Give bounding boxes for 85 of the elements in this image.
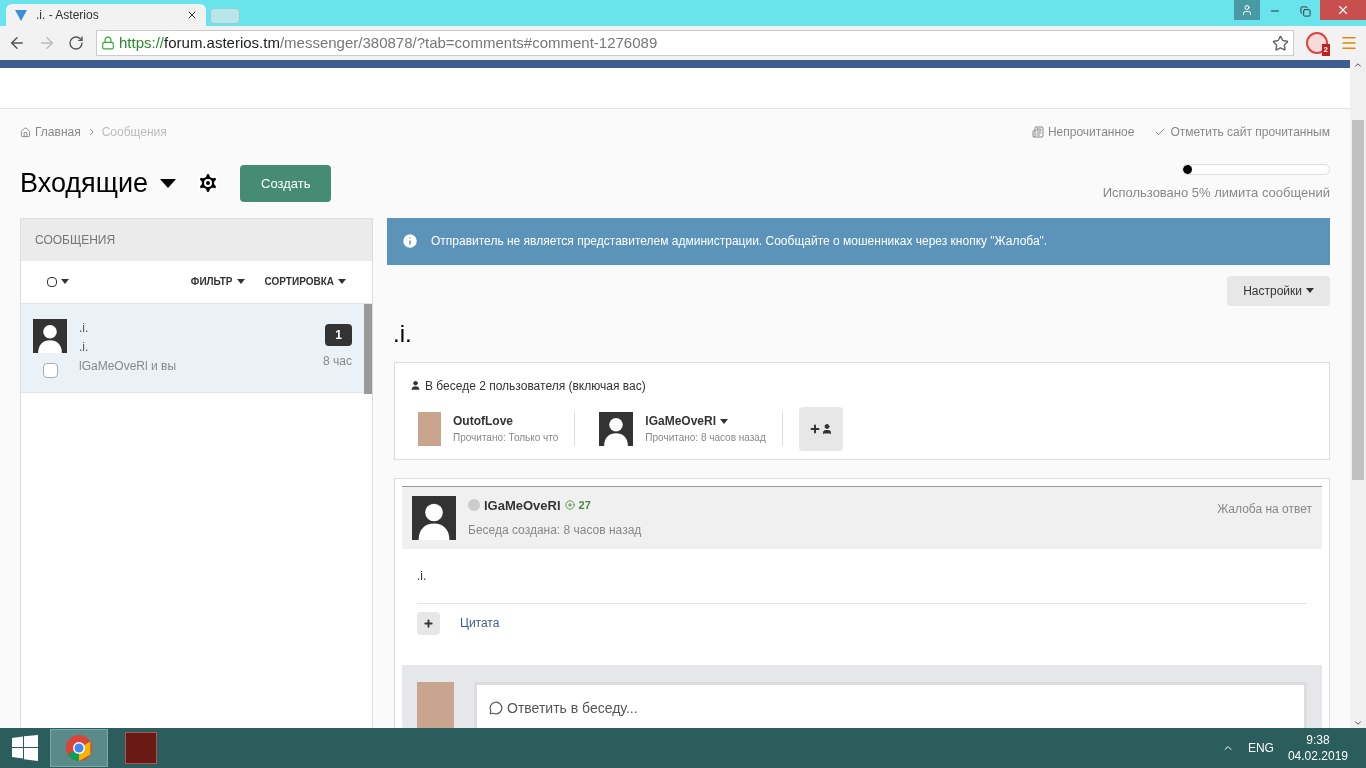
home-icon: [20, 126, 31, 138]
scroll-down-icon[interactable]: [1353, 718, 1363, 728]
windows-start-icon[interactable]: [12, 735, 38, 761]
avatar-silhouette-icon: [412, 495, 456, 540]
close-icon[interactable]: [186, 9, 198, 21]
back-icon[interactable]: [8, 34, 26, 52]
add-participant-button[interactable]: [798, 406, 843, 451]
avatar-photo-placeholder: [418, 411, 441, 446]
user-icon: [410, 380, 421, 391]
check-icon: [1154, 126, 1167, 138]
scrollbar-thumb[interactable]: [364, 303, 372, 394]
caret-icon: [61, 279, 69, 284]
conversation-time: 8 час: [323, 352, 352, 370]
caret-icon: [160, 178, 176, 188]
notice-text: Отправитель не является представителем администрации. Сообщайте о мошенниках через кнопку "Жалоба".: [431, 233, 1048, 250]
reply-placeholder: Ответить в беседу...: [507, 698, 638, 718]
filter-menu[interactable]: ФИЛЬТР: [190, 274, 245, 289]
info-icon: [401, 232, 419, 250]
sort-menu[interactable]: СОРТИРОВКА: [264, 274, 346, 289]
conversation-title: .i.: [79, 319, 90, 337]
participant-read-status: Прочитано: 8 часов назад: [645, 431, 766, 445]
post-body: .i.: [417, 566, 1307, 604]
quota-text: Использовано 5% лимита сообщений: [1102, 184, 1330, 202]
reputation-icon: [564, 500, 575, 511]
restore-icon: [1299, 5, 1311, 17]
reply-field[interactable]: Ответить в беседу...: [474, 681, 1307, 728]
taskbar-clock[interactable]: 9:38 04.02.2019: [1287, 732, 1348, 764]
caret-icon: [720, 418, 729, 424]
unread-badge: 1: [325, 323, 352, 346]
caret-icon: [1306, 288, 1314, 293]
panel-header: СООБЩЕНИЯ: [21, 218, 372, 261]
header-link[interactable]: Непрочитанное: [1031, 123, 1135, 141]
extension-button[interactable]: 2: [1306, 32, 1328, 54]
conversation-participants: lGaMeOveRl и вы: [79, 357, 178, 375]
scroll-up-icon[interactable]: [1353, 60, 1363, 70]
create-button[interactable]: Создать: [240, 164, 332, 202]
conversation-title: .i.: [393, 318, 413, 349]
browser-tab[interactable]: .i. - Asterios: [6, 4, 206, 26]
select-all-checkbox[interactable]: [47, 276, 69, 287]
quote-link[interactable]: Цитата: [460, 614, 500, 632]
user-icon: [820, 422, 833, 435]
breadcrumb-link[interactable]: Главная: [35, 123, 81, 141]
post-author[interactable]: lGaMeOveRl: [484, 495, 561, 515]
multiquote-button[interactable]: [417, 611, 440, 635]
extension-badge: 2: [1321, 44, 1330, 56]
lock-icon: [101, 36, 115, 50]
avatar-photo-placeholder: [417, 681, 454, 728]
url-text: https://forum.asterios.tm/messenger/380878/?tab=comments#comment-1276089: [119, 32, 659, 53]
close-icon: [1336, 3, 1350, 17]
conversation-item[interactable]: .i. .i. lGaMeOveRl и вы 1 8 час: [21, 303, 364, 393]
avatar-silhouette-icon: [33, 318, 67, 353]
plus-icon: [423, 617, 434, 629]
inbox-title[interactable]: Входящие: [20, 163, 176, 204]
language-indicator[interactable]: ENG: [1247, 739, 1274, 757]
avatar-silhouette-icon: [599, 411, 634, 446]
plus-icon: [808, 422, 821, 435]
participants-header: В беседе 2 пользователя (включая вас): [425, 377, 646, 395]
newspaper-icon: [1031, 126, 1044, 138]
participant-name[interactable]: lGaMeOveRl: [645, 412, 766, 430]
header-link[interactable]: Отметить сайт прочитанным: [1154, 123, 1330, 141]
conversation-preview: .i.: [79, 338, 90, 356]
caret-icon: [236, 279, 245, 284]
reputation-count: 27: [578, 498, 591, 513]
reload-icon[interactable]: [68, 35, 84, 51]
settings-dropdown-button[interactable]: Настройки: [1227, 275, 1330, 306]
chrome-taskbar-button[interactable]: [50, 729, 108, 767]
speech-bubble-icon: [489, 701, 503, 715]
participant-name[interactable]: OutofLove: [453, 412, 559, 430]
close-button[interactable]: [1320, 0, 1366, 20]
conversation-checkbox[interactable]: [42, 362, 58, 378]
caret-icon: [338, 279, 346, 284]
chevron-right-icon: [88, 128, 94, 136]
profile-button[interactable]: [1234, 0, 1260, 20]
game-logo-icon: [125, 732, 157, 764]
forward-icon[interactable]: [38, 34, 56, 52]
bookmark-star-icon[interactable]: [1272, 34, 1289, 52]
participant-read-status: Прочитано: Только что: [453, 431, 559, 445]
browser-logo-icon: [65, 734, 93, 762]
menu-icon[interactable]: [1340, 34, 1358, 52]
tab-title: .i. - Asterios: [36, 7, 100, 24]
scrollbar-thumb[interactable]: [1352, 120, 1364, 480]
address-field[interactable]: https://forum.asterios.tm/messenger/380878/?tab=comments#comment-1276089: [96, 30, 1294, 56]
site-logo-icon: [14, 8, 28, 22]
user-icon: [1241, 4, 1253, 16]
post-meta: Беседа создана: 8 часов назад: [468, 522, 643, 539]
